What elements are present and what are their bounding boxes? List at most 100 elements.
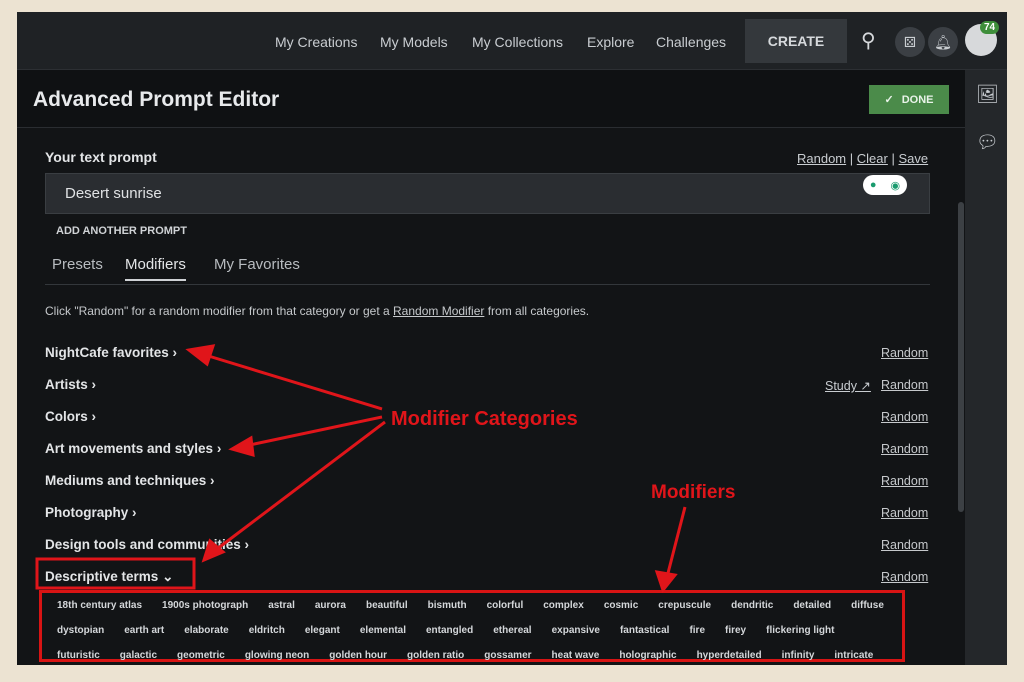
category-label: Design tools and communities bbox=[45, 537, 241, 552]
check-icon: ✓ bbox=[884, 94, 894, 106]
chevron-icon: › bbox=[91, 409, 97, 424]
category-row[interactable]: Photography › bbox=[45, 505, 137, 520]
modifier-chip[interactable]: diffuse bbox=[848, 596, 887, 621]
modifier-chip[interactable]: astral bbox=[265, 596, 298, 621]
modifier-chip[interactable]: glowing neon bbox=[242, 646, 312, 665]
modifier-chip[interactable]: 1900s photograph bbox=[159, 596, 251, 621]
modifier-chip[interactable]: complex bbox=[540, 596, 587, 621]
modifier-chip[interactable]: infinity bbox=[779, 646, 818, 665]
prompt-input[interactable]: Desert sunrise bbox=[45, 173, 930, 214]
done-label: DONE bbox=[901, 93, 934, 106]
app-window: My Creations My Models My Collections Ex… bbox=[17, 12, 1007, 665]
hint-text: Click "Random" for a random modifier fro… bbox=[45, 304, 393, 318]
nav-challenges[interactable]: Challenges bbox=[656, 34, 726, 50]
modifier-chip[interactable]: hyperdetailed bbox=[694, 646, 765, 665]
grammarly-widget[interactable]: ● ◉ bbox=[863, 175, 907, 195]
category-row[interactable]: Descriptive terms ⌄ bbox=[45, 569, 173, 585]
clear-link[interactable]: Clear bbox=[857, 151, 888, 166]
modifier-chip[interactable]: ethereal bbox=[490, 621, 534, 646]
modifier-chip[interactable]: entangled bbox=[423, 621, 476, 646]
modifier-chip[interactable]: beautiful bbox=[363, 596, 411, 621]
modifier-chip[interactable]: fire bbox=[686, 621, 708, 646]
random-modifier-link[interactable]: Random Modifier bbox=[393, 304, 484, 318]
modifier-chip[interactable]: holographic bbox=[616, 646, 679, 665]
category-row[interactable]: Artists › bbox=[45, 377, 96, 392]
modifier-chip[interactable]: eldritch bbox=[246, 621, 288, 646]
separator: | bbox=[891, 151, 895, 166]
chevron-icon: ⌄ bbox=[162, 569, 174, 584]
bell-icon[interactable]: 🔔︎ bbox=[928, 27, 958, 57]
nav-my-models[interactable]: My Models bbox=[380, 34, 448, 50]
modifier-chip[interactable]: expansive bbox=[549, 621, 603, 646]
chevron-icon: › bbox=[91, 377, 97, 392]
tab-modifiers[interactable]: Modifiers bbox=[125, 256, 186, 281]
modifier-chip[interactable]: elaborate bbox=[181, 621, 231, 646]
modifier-chip[interactable]: elemental bbox=[357, 621, 409, 646]
modifier-chip[interactable]: cosmic bbox=[601, 596, 641, 621]
tab-my-favorites[interactable]: My Favorites bbox=[214, 256, 300, 273]
page-title: Advanced Prompt Editor bbox=[33, 88, 280, 111]
modifier-chip[interactable]: gossamer bbox=[481, 646, 534, 665]
modifier-chip[interactable]: futuristic bbox=[54, 646, 103, 665]
modifier-chip[interactable]: colorful bbox=[484, 596, 527, 621]
add-prompt-button[interactable]: ADD ANOTHER PROMPT bbox=[56, 225, 187, 237]
modifier-chip[interactable]: intricate bbox=[831, 646, 876, 665]
modifier-chip[interactable]: 18th century atlas bbox=[54, 596, 145, 621]
modifier-chip[interactable]: dystopian bbox=[54, 621, 107, 646]
category-random-link[interactable]: Random bbox=[881, 378, 928, 392]
study-link[interactable]: Study ↗ bbox=[825, 378, 871, 393]
annotation-categories: Modifier Categories bbox=[391, 408, 578, 430]
nav-explore[interactable]: Explore bbox=[587, 34, 634, 50]
gallery-icon[interactable]: 🖼︎ bbox=[976, 84, 999, 105]
chevron-icon: › bbox=[132, 505, 137, 520]
modifier-chip[interactable]: bismuth bbox=[425, 596, 470, 621]
bulb-icon: ● bbox=[869, 179, 877, 191]
category-label: NightCafe favorites bbox=[45, 345, 169, 360]
prompt-label: Your text prompt bbox=[45, 149, 157, 165]
modifier-chip[interactable]: heat wave bbox=[549, 646, 603, 665]
modifier-chip[interactable]: earth art bbox=[121, 621, 167, 646]
chat-icon[interactable]: 💬︎ bbox=[976, 132, 999, 153]
search-icon[interactable]: ⚲ bbox=[861, 28, 876, 53]
tab-divider bbox=[45, 284, 930, 285]
modifier-chip[interactable]: galactic bbox=[117, 646, 160, 665]
category-random-link[interactable]: Random bbox=[881, 506, 928, 520]
scrollbar[interactable] bbox=[958, 202, 964, 512]
notification-badge: 74 bbox=[980, 21, 1000, 34]
category-label: Artists bbox=[45, 377, 88, 392]
category-row[interactable]: Design tools and communities › bbox=[45, 537, 249, 552]
category-random-link[interactable]: Random bbox=[881, 538, 928, 552]
nav-my-creations[interactable]: My Creations bbox=[275, 34, 357, 50]
create-button[interactable]: CREATE bbox=[745, 19, 847, 63]
category-row[interactable]: NightCafe favorites › bbox=[45, 345, 177, 360]
modifier-chip[interactable]: firey bbox=[722, 621, 749, 646]
modifier-chip[interactable]: crepuscule bbox=[655, 596, 714, 621]
category-random-link[interactable]: Random bbox=[881, 474, 928, 488]
grammarly-icon: ◉ bbox=[890, 179, 901, 192]
editor-header: Advanced Prompt Editor ✓ DONE bbox=[17, 70, 965, 128]
nav-my-collections[interactable]: My Collections bbox=[472, 34, 563, 50]
modifier-chip[interactable]: fantastical bbox=[617, 621, 672, 646]
category-row[interactable]: Art movements and styles › bbox=[45, 441, 221, 456]
modifier-chip[interactable]: aurora bbox=[312, 596, 349, 621]
modifier-chip[interactable]: flickering light bbox=[763, 621, 837, 646]
modifier-chip[interactable]: geometric bbox=[174, 646, 228, 665]
category-random-link[interactable]: Random bbox=[881, 346, 928, 360]
random-prompt-link[interactable]: Random bbox=[797, 151, 846, 166]
dice-icon[interactable]: ⚄ bbox=[895, 27, 925, 57]
category-row[interactable]: Colors › bbox=[45, 409, 96, 424]
modifier-chip[interactable]: elegant bbox=[302, 621, 343, 646]
annotation-modifiers: Modifiers bbox=[651, 482, 736, 503]
modifier-chip[interactable]: dendritic bbox=[728, 596, 776, 621]
modifier-chip[interactable]: golden ratio bbox=[404, 646, 467, 665]
save-link[interactable]: Save bbox=[899, 151, 929, 166]
category-row[interactable]: Mediums and techniques › bbox=[45, 473, 215, 488]
category-random-link[interactable]: Random bbox=[881, 570, 928, 584]
tab-presets[interactable]: Presets bbox=[52, 256, 103, 273]
done-button[interactable]: ✓ DONE bbox=[869, 85, 949, 114]
category-random-link[interactable]: Random bbox=[881, 410, 928, 424]
category-random-link[interactable]: Random bbox=[881, 442, 928, 456]
modifier-chip[interactable]: golden hour bbox=[326, 646, 390, 665]
category-label: Mediums and techniques bbox=[45, 473, 207, 488]
modifier-chip[interactable]: detailed bbox=[790, 596, 834, 621]
